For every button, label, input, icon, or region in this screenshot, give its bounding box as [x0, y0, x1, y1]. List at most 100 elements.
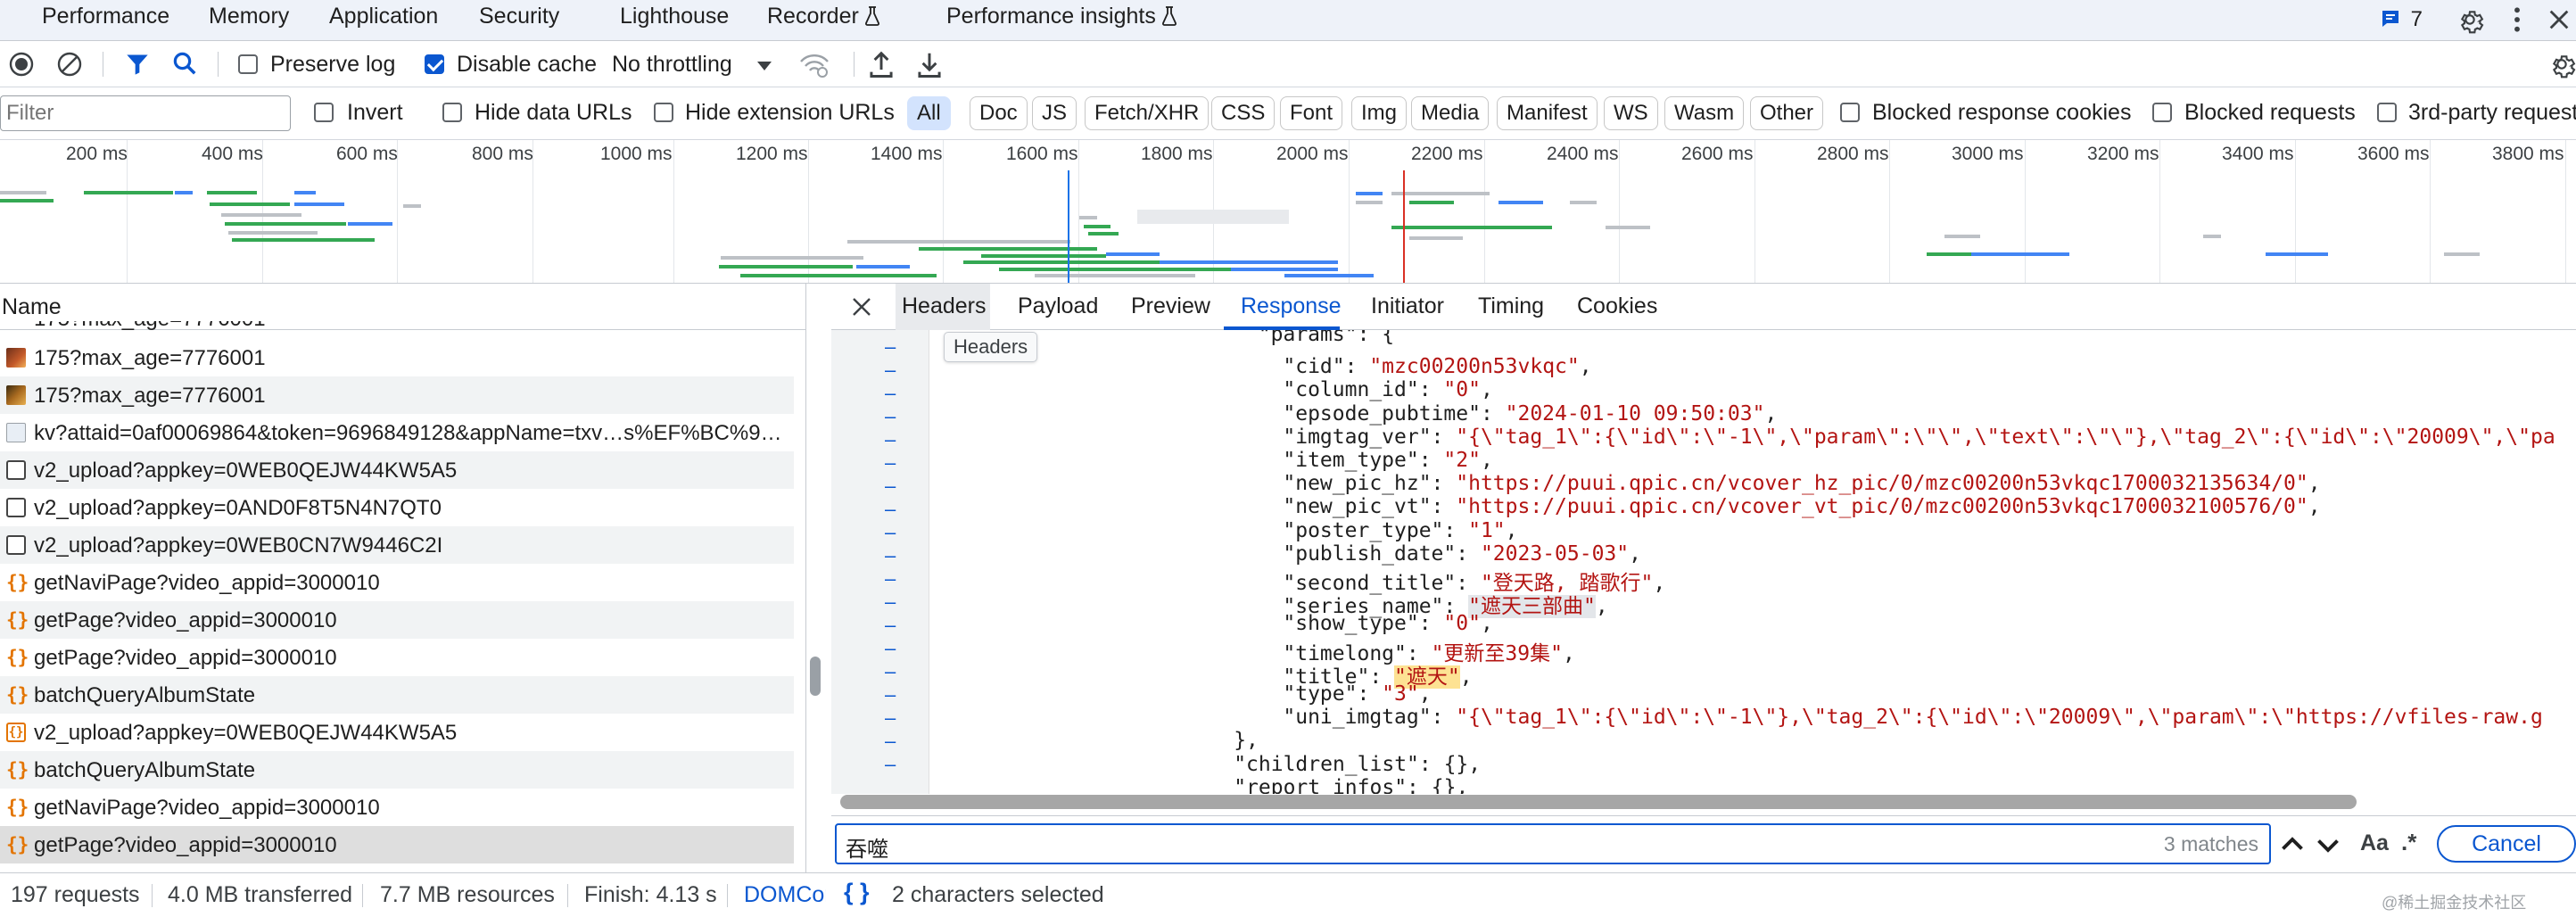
more-vertical-icon[interactable]	[2511, 5, 2523, 34]
type-filter-css[interactable]: CSS	[1211, 96, 1276, 130]
pretty-print-braces-icon[interactable]: { }	[844, 879, 870, 906]
tab-performance[interactable]: Performance	[42, 4, 169, 29]
table-row[interactable]: v2_upload?appkey=0AND0F8T5N4N7QT0	[0, 489, 794, 526]
table-row[interactable]: v2_upload?appkey=0WEB0QEJW44KW5A5	[0, 451, 794, 489]
response-code-view[interactable]: "params": {"cid": "mzc00200n53vkqc", "col…	[938, 330, 2576, 794]
tab-lighthouse[interactable]: Lighthouse	[620, 4, 729, 29]
tab-payload[interactable]: Payload	[1018, 293, 1098, 319]
request-name: kv?attaid=0af00069864&token=9696849128&a…	[34, 421, 782, 445]
table-row[interactable]: {} v2_upload?appkey=0WEB0QEJW44KW5A5	[0, 714, 794, 751]
clear-icon[interactable]	[57, 52, 82, 77]
table-row-selected[interactable]: {} getPage?video_appid=3000010	[0, 826, 794, 863]
grid-line	[2159, 140, 2160, 283]
tab-preview[interactable]: Preview	[1131, 293, 1210, 319]
request-list-scrollbar[interactable]	[810, 657, 821, 696]
horizontal-scrollbar[interactable]	[840, 795, 2357, 809]
tab-recorder[interactable]: Recorder	[767, 4, 880, 29]
table-row[interactable]: {} getNaviPage?video_appid=3000010	[0, 789, 794, 826]
type-filter-wasm[interactable]: Wasm	[1664, 96, 1745, 130]
request-list: Name 175?max_age=7776001 175?max_age=777…	[0, 284, 806, 872]
column-header-name[interactable]: Name	[2, 294, 62, 320]
network-conditions-icon[interactable]	[798, 51, 830, 78]
type-filter-fetch-xhr[interactable]: Fetch/XHR	[1085, 96, 1210, 130]
tab-application[interactable]: Application	[329, 4, 438, 29]
type-filter-font[interactable]: Font	[1280, 96, 1343, 130]
table-row[interactable]: {} batchQueryAlbumState	[0, 676, 794, 714]
next-match-chevron-down-icon[interactable]	[2312, 829, 2344, 861]
third-party-requests-checkbox[interactable]	[2377, 103, 2397, 122]
type-filter-all[interactable]: All	[907, 96, 951, 130]
time-tick: 1600 ms	[1006, 144, 1078, 164]
waterfall-bar	[999, 268, 1231, 271]
code-line: "uni_imgtag": "{\"tag_1\":{\"id\":\"-1\"…	[1283, 706, 2542, 729]
gutter-dash: –	[885, 660, 896, 682]
regex-toggle[interactable]: .*	[2401, 829, 2416, 856]
tab-security[interactable]: Security	[479, 4, 559, 29]
table-row[interactable]: {} getNaviPage?video_appid=3000010	[0, 564, 794, 601]
tab-timing[interactable]: Timing	[1478, 293, 1544, 319]
table-row[interactable]: 175?max_age=7776001	[0, 376, 794, 414]
settings-gear-icon[interactable]	[2456, 5, 2484, 34]
code-line: "children_list": {},	[1234, 753, 1481, 776]
tab-cookies[interactable]: Cookies	[1577, 293, 1657, 319]
blocked-requests-label: Blocked requests	[2184, 100, 2356, 125]
preserve-log-checkbox[interactable]	[238, 54, 258, 74]
disable-cache-checkbox[interactable]	[425, 54, 444, 74]
detail-tab-bar: Headers Payload Preview Response Initiat…	[831, 284, 2576, 330]
type-filter-other[interactable]: Other	[1750, 96, 1824, 130]
table-row[interactable]: v2_upload?appkey=0WEB0CN7W9446C2I	[0, 526, 794, 564]
panel-tab-bar: Performance Memory Application Security …	[0, 0, 2576, 41]
tab-memory[interactable]: Memory	[209, 4, 289, 29]
table-row[interactable]: {} batchQueryAlbumState	[0, 751, 794, 789]
table-row[interactable]: kv?attaid=0af00069864&token=9696849128&a…	[0, 414, 794, 451]
chevron-down-icon[interactable]	[756, 61, 772, 71]
resources-size: 7.7 MB resources	[380, 882, 555, 907]
type-filter-manifest[interactable]: Manifest	[1497, 96, 1598, 130]
hide-extension-urls-label: Hide extension URLs	[685, 100, 895, 125]
waterfall-bar	[981, 254, 1106, 258]
type-filter-doc[interactable]: Doc	[970, 96, 1028, 130]
network-settings-gear-icon[interactable]	[2547, 50, 2576, 78]
import-har-upload-icon[interactable]	[868, 50, 895, 78]
type-filter-ws[interactable]: WS	[1604, 96, 1658, 130]
blocked-requests-checkbox[interactable]	[2152, 103, 2172, 122]
type-filter-media[interactable]: Media	[1411, 96, 1490, 130]
tab-initiator[interactable]: Initiator	[1371, 293, 1444, 319]
filter-input[interactable]	[0, 95, 291, 131]
code-punctuation: ,	[1653, 572, 1666, 595]
table-row[interactable]: {} getPage?video_appid=3000010	[0, 639, 794, 676]
search-input[interactable]: 吞噬 3 matches	[835, 823, 2271, 864]
request-name: 175?max_age=7776001	[34, 346, 266, 370]
blocked-response-cookies-checkbox[interactable]	[1840, 103, 1860, 122]
code-gutter: – – – – – – – – – – – – – – – – – – –	[831, 330, 929, 794]
cancel-search-button[interactable]: Cancel	[2437, 825, 2576, 863]
type-filter-img[interactable]: Img	[1351, 96, 1408, 130]
tab-response[interactable]: Response	[1241, 293, 1342, 319]
gutter-dash: –	[885, 359, 896, 381]
request-name: v2_upload?appkey=0WEB0QEJW44KW5A5	[34, 458, 458, 483]
type-filter-js[interactable]: JS	[1032, 96, 1077, 130]
waterfall-bar	[1356, 192, 1383, 195]
code-punctuation: ,	[1764, 401, 1778, 425]
tab-headers[interactable]: Headers	[902, 293, 987, 319]
table-row[interactable]: 175?max_age=7776001	[0, 321, 794, 339]
close-icon[interactable]	[851, 296, 872, 318]
network-overview-timeline[interactable]: 200 ms 400 ms 600 ms 800 ms 1000 ms 1200…	[0, 140, 2576, 284]
close-devtools-icon[interactable]	[2547, 7, 2572, 32]
export-har-download-icon[interactable]	[916, 50, 943, 78]
tab-performance-insights[interactable]: Performance insights	[946, 4, 1177, 29]
search-icon[interactable]	[171, 50, 198, 77]
hide-data-urls-checkbox[interactable]	[442, 103, 462, 122]
code-punctuation: ,	[2308, 472, 2321, 496]
waterfall-bar	[1137, 210, 1289, 224]
record-stop-icon[interactable]	[9, 52, 34, 77]
table-row[interactable]: {} getPage?video_appid=3000010	[0, 601, 794, 639]
match-case-toggle[interactable]: Aa	[2360, 830, 2389, 856]
invert-checkbox[interactable]	[314, 103, 334, 122]
hide-extension-urls-checkbox[interactable]	[654, 103, 673, 122]
throttling-select[interactable]: No throttling	[612, 52, 732, 78]
table-row[interactable]: 175?max_age=7776001	[0, 339, 794, 376]
previous-match-chevron-up-icon[interactable]	[2276, 829, 2308, 861]
issues-button[interactable]: 7	[2380, 7, 2423, 32]
filter-funnel-icon[interactable]	[125, 52, 150, 77]
